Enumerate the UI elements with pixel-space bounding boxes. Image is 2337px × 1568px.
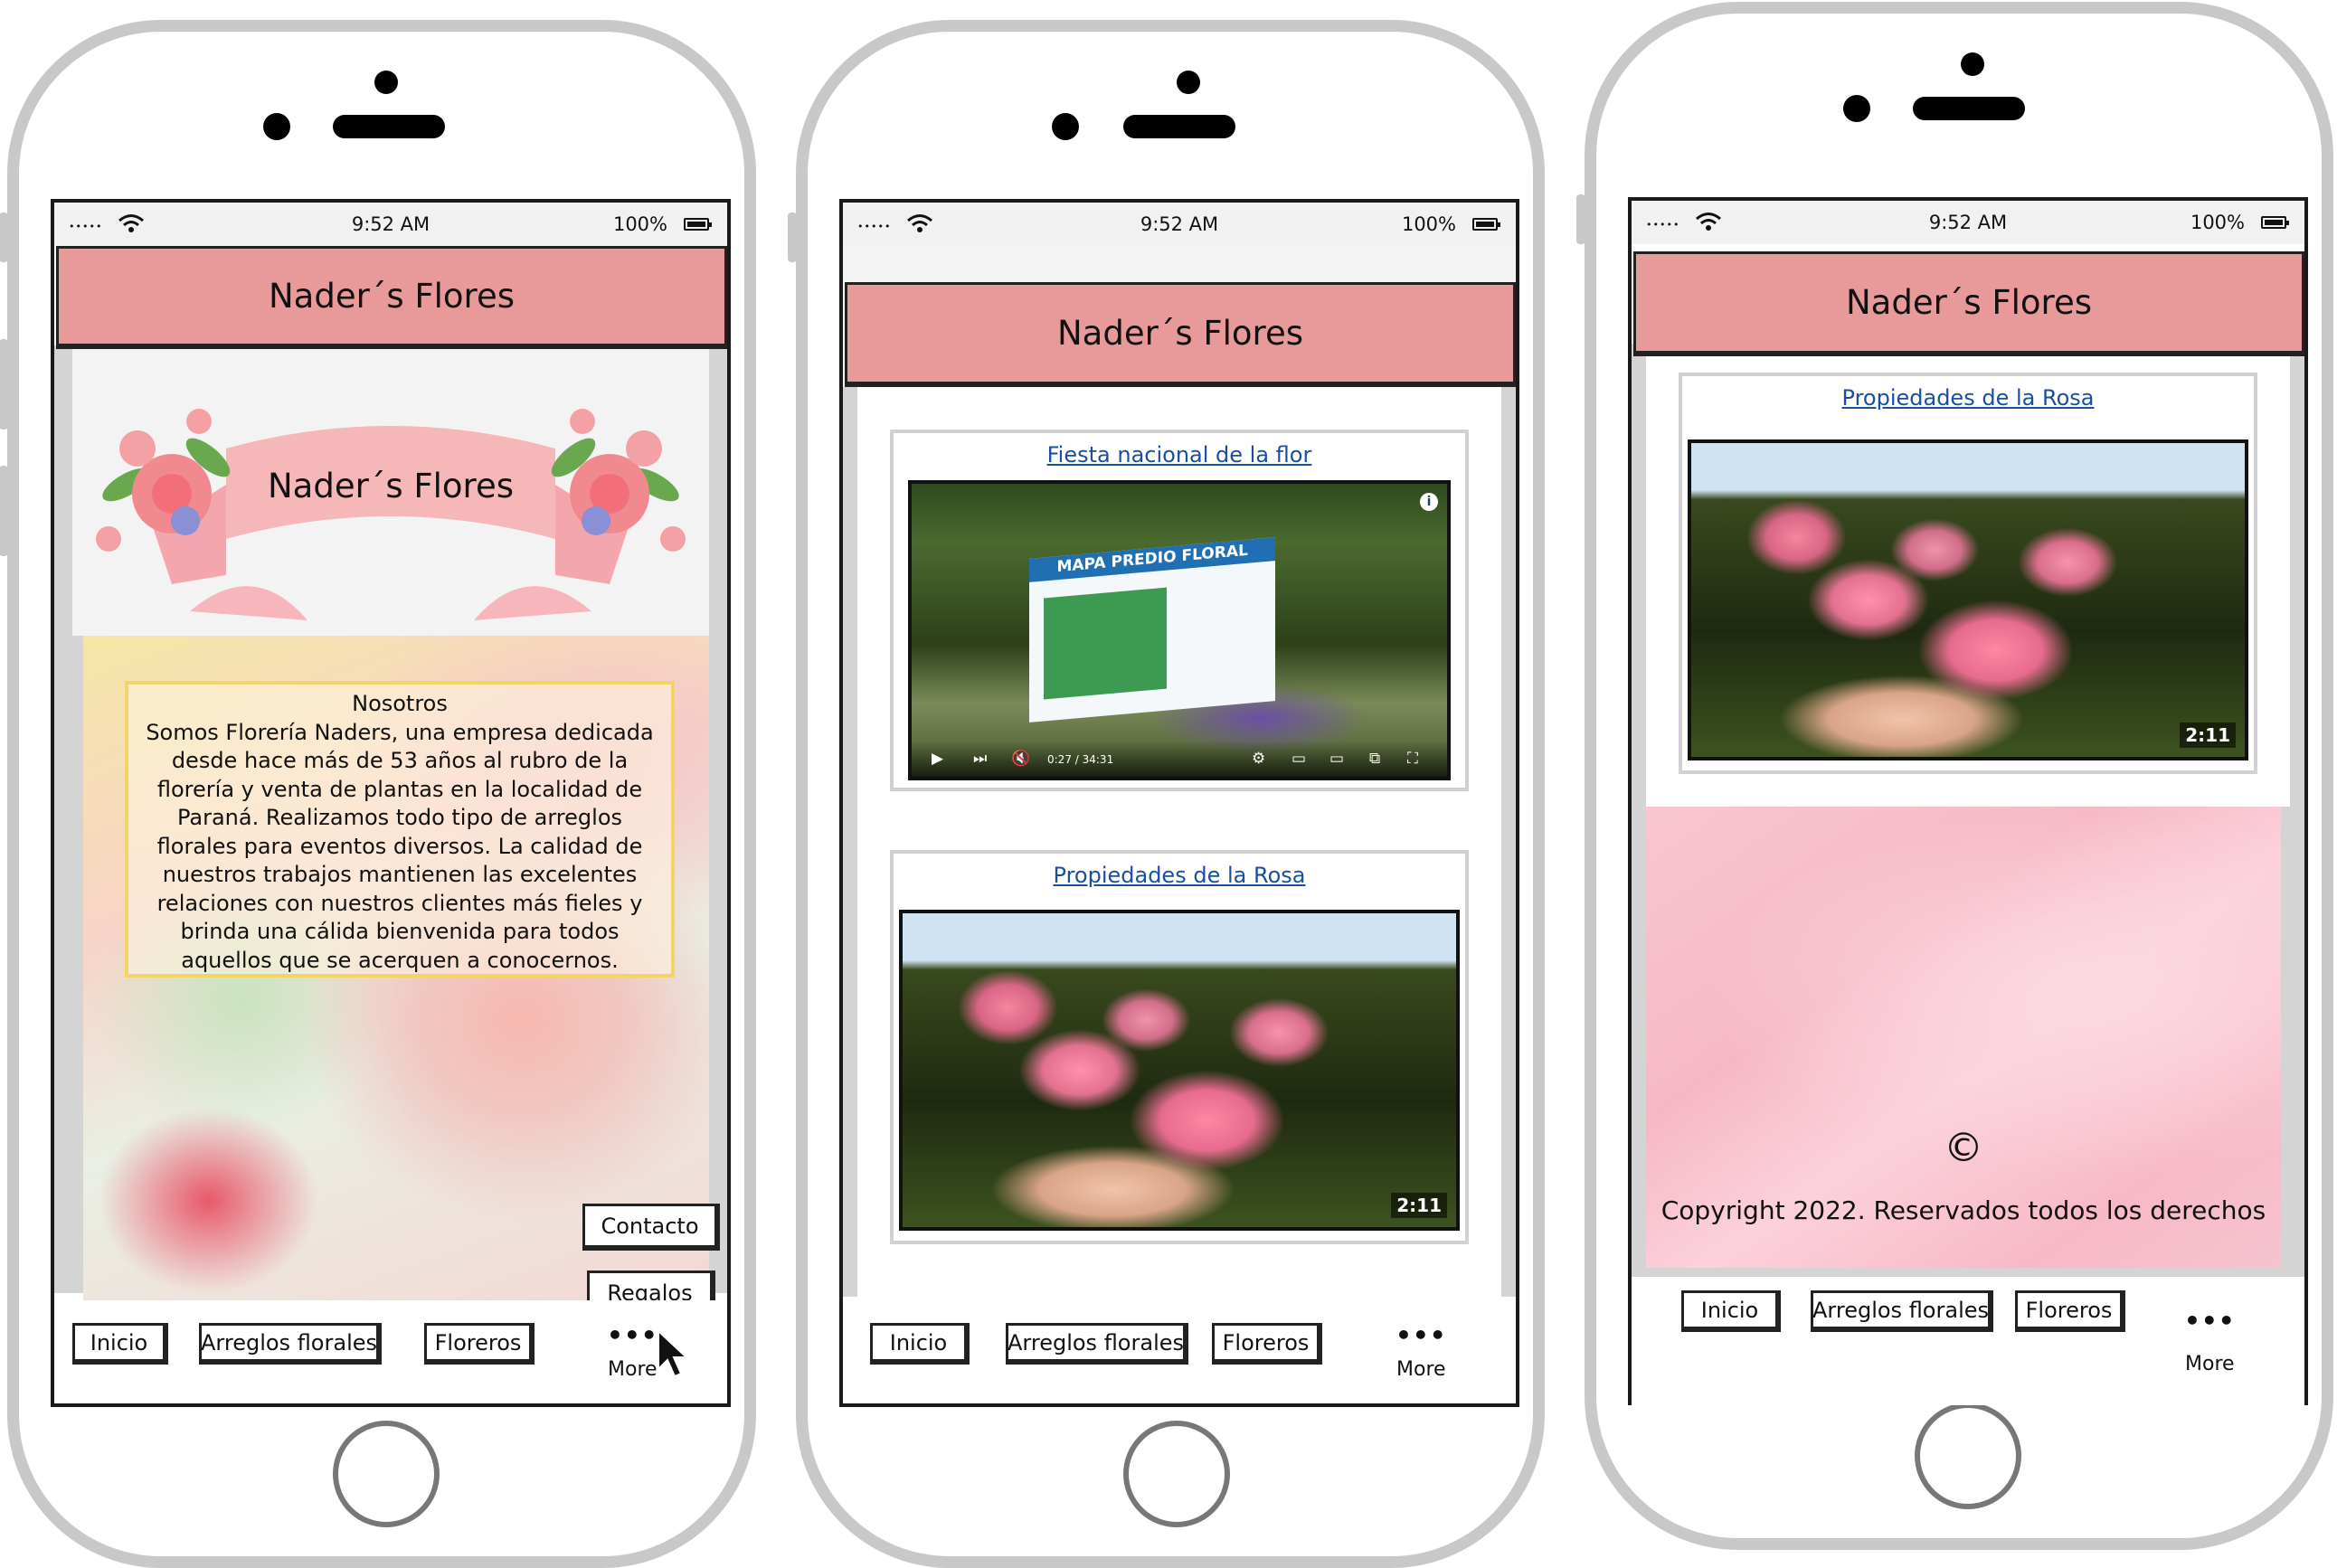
tab-more[interactable]: More xyxy=(2185,1353,2235,1375)
app-header: Nader´s Flores xyxy=(56,246,727,349)
tab-arreglos-florales[interactable]: Arreglos florales xyxy=(1811,1290,1993,1332)
screen-videos: ••••• 9:52 AM 100% Nader´s Flores Fiesta… xyxy=(839,199,1519,1407)
video-title-link[interactable]: Propiedades de la Rosa xyxy=(894,863,1465,888)
status-bar: ••••• 9:52 AM 100% xyxy=(843,203,1516,246)
video-player-rose[interactable]: 2:11 xyxy=(1688,439,2248,760)
tab-inicio[interactable]: Inicio xyxy=(870,1323,970,1365)
tab-inicio[interactable]: Inicio xyxy=(1681,1290,1781,1332)
phone-home-button[interactable] xyxy=(333,1421,440,1527)
battery-percent: 100% xyxy=(612,213,667,235)
next-icon[interactable]: ⏭ xyxy=(973,750,987,768)
copyright-icon: © xyxy=(1944,1125,1983,1171)
banner-area: Nader´s Flores xyxy=(72,349,709,636)
phone-speaker xyxy=(1913,97,2025,120)
app-title: Nader´s Flores xyxy=(1846,283,2092,322)
info-icon[interactable]: i xyxy=(1420,493,1438,511)
battery-icon xyxy=(1472,218,1500,231)
phone-speaker xyxy=(333,115,445,138)
phone-home-button[interactable] xyxy=(1915,1403,2021,1509)
phone-sensor-dot xyxy=(1177,71,1200,94)
about-box: Nosotros Somos Florería Naders, una empr… xyxy=(125,681,675,978)
video-card-rose: Propiedades de la Rosa 2:11 xyxy=(890,850,1469,1244)
contact-button[interactable]: Contacto xyxy=(582,1204,720,1251)
phone-side-button xyxy=(788,213,797,262)
more-icon[interactable]: ••• xyxy=(1396,1320,1447,1350)
phone-sensor-dot xyxy=(1961,52,1984,76)
tab-arreglos-florales[interactable]: Arreglos florales xyxy=(199,1323,382,1365)
video-title-link[interactable]: Fiesta nacional de la flor xyxy=(894,442,1465,468)
screen-footer: ••••• 9:52 AM 100% Nader´s Flores Propie… xyxy=(1628,197,2308,1405)
video-title-link[interactable]: Propiedades de la Rosa xyxy=(1682,385,2254,411)
status-bar: ••••• 9:52 AM 100% xyxy=(54,203,727,246)
settings-icon[interactable]: ⚙ xyxy=(1252,750,1265,768)
phone-speaker xyxy=(1123,115,1235,138)
phone-mockup-videos: ••••• 9:52 AM 100% Nader´s Flores Fiesta… xyxy=(788,20,1545,1568)
app-header: Nader´s Flores xyxy=(845,282,1516,387)
phone-side-button xyxy=(0,466,8,556)
video-time: 0:27 / 34:31 xyxy=(1047,753,1114,766)
video-thumbnail: MAPA PREDIO FLORAL xyxy=(912,484,1447,777)
mouse-cursor-icon xyxy=(658,1329,689,1378)
phone-side-button xyxy=(1576,194,1585,244)
volume-icon[interactable]: 🔇 xyxy=(1011,750,1030,768)
tab-floreros[interactable]: Floreros xyxy=(424,1323,535,1365)
more-icon[interactable]: ••• xyxy=(607,1320,658,1350)
content-side-frame xyxy=(843,387,857,1297)
tab-bar: Inicio Arreglos florales Floreros ••• Mo… xyxy=(54,1300,727,1403)
tab-more[interactable]: More xyxy=(608,1358,658,1381)
miniplayer-icon[interactable]: ▭ xyxy=(1292,750,1306,768)
phone-camera-icon xyxy=(1843,95,1870,122)
battery-percent: 100% xyxy=(1401,213,1456,235)
video-controls: ▶ ⏭ 🔇 0:27 / 34:31 ⚙ ▭ ▭ ⧉ ⛶ xyxy=(912,741,1447,777)
copyright-text: Copyright 2022. Reservados todos los der… xyxy=(1660,1195,2266,1225)
video-player-rose[interactable]: 2:11 xyxy=(899,910,1460,1231)
phone-camera-icon xyxy=(263,113,290,140)
phone-home-button[interactable] xyxy=(1123,1421,1230,1527)
battery-percent: 100% xyxy=(2190,212,2245,233)
about-heading: Nosotros xyxy=(352,691,448,716)
map-sign: MAPA PREDIO FLORAL xyxy=(1029,537,1276,723)
video-card-festival: Fiesta nacional de la flor MAPA PREDIO F… xyxy=(890,430,1469,791)
tab-more[interactable]: More xyxy=(1396,1358,1446,1381)
app-header: Nader´s Flores xyxy=(1633,251,2304,356)
screen-home: ••••• 9:52 AM 100% Nader´s Flores Nader´… xyxy=(51,199,731,1407)
about-text: Somos Florería Naders, una empresa dedic… xyxy=(146,719,654,973)
tab-inicio[interactable]: Inicio xyxy=(72,1323,168,1365)
phone-side-button xyxy=(0,213,8,262)
tab-bar: Inicio Arreglos florales Floreros ••• Mo… xyxy=(843,1300,1516,1403)
app-title: Nader´s Flores xyxy=(1057,314,1303,353)
map-graphic xyxy=(1044,587,1168,700)
fullscreen-icon[interactable]: ⛶ xyxy=(1407,750,1418,768)
banner-title: Nader´s Flores xyxy=(268,467,514,505)
play-icon[interactable]: ▶ xyxy=(932,750,943,768)
content-side-frame xyxy=(1501,387,1516,1297)
tab-floreros[interactable]: Floreros xyxy=(2015,1290,2125,1332)
cast-icon[interactable]: ⧉ xyxy=(1369,750,1380,768)
video-player-festival[interactable]: MAPA PREDIO FLORAL i ▶ ⏭ 🔇 0:27 / 34:31 … xyxy=(908,480,1451,780)
video-duration: 2:11 xyxy=(1391,1193,1447,1218)
tab-floreros[interactable]: Floreros xyxy=(1212,1323,1322,1365)
video-thumbnail xyxy=(1691,443,2245,757)
phone-camera-icon xyxy=(1052,113,1079,140)
tab-bar: Inicio Arreglos florales Floreros ••• Mo… xyxy=(1632,1277,2304,1405)
phone-side-button xyxy=(0,339,8,430)
more-icon[interactable]: ••• xyxy=(2184,1306,2236,1336)
status-bar: ••••• 9:52 AM 100% xyxy=(1632,201,2304,244)
phone-sensor-dot xyxy=(374,71,398,94)
app-title: Nader´s Flores xyxy=(269,277,515,316)
phone-mockup-footer: ••••• 9:52 AM 100% Nader´s Flores Propie… xyxy=(1576,2,2333,1550)
phone-mockup-home: ••••• 9:52 AM 100% Nader´s Flores Nader´… xyxy=(0,20,756,1568)
battery-icon xyxy=(684,218,712,231)
map-sign-title: MAPA PREDIO FLORAL xyxy=(1056,542,1249,577)
battery-icon xyxy=(2261,216,2289,229)
video-duration: 2:11 xyxy=(2180,723,2236,748)
theater-icon[interactable]: ▭ xyxy=(1329,750,1344,768)
tab-arreglos-florales[interactable]: Arreglos florales xyxy=(1006,1323,1188,1365)
about-section: Nosotros Somos Florería Naders, una empr… xyxy=(83,636,709,1300)
video-card-rose: Propiedades de la Rosa 2:11 xyxy=(1679,373,2257,774)
video-thumbnail xyxy=(903,913,1456,1227)
copyright-footer: © Copyright 2022. Reservados todos los d… xyxy=(1646,807,2281,1268)
